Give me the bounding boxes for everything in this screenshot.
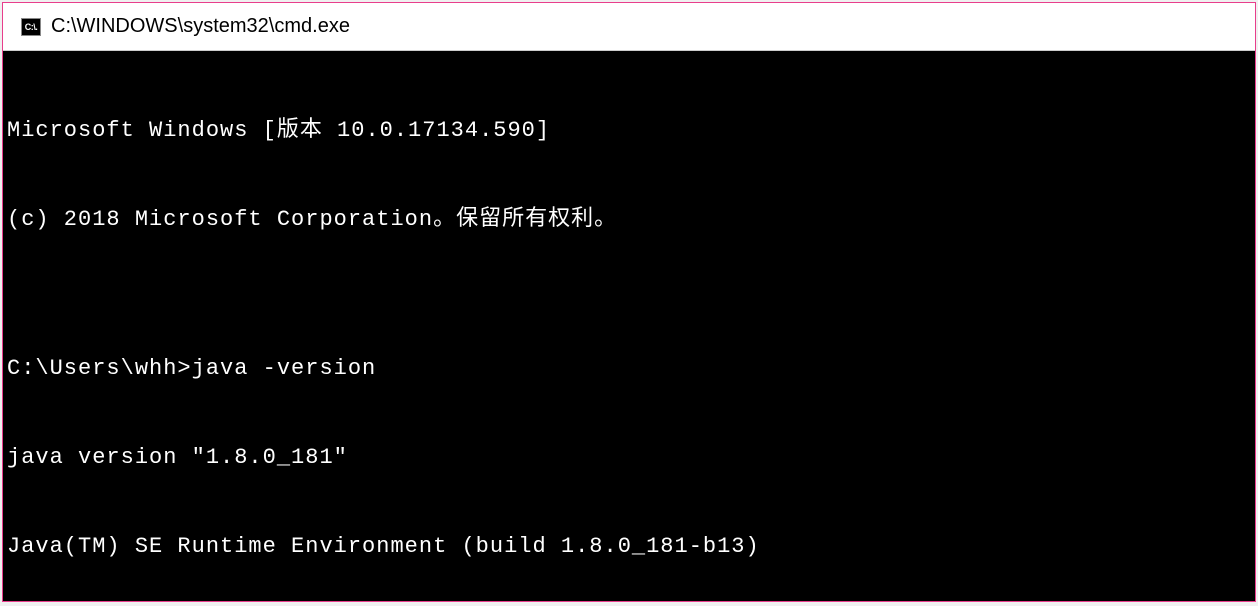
cmd-icon: C:\.	[21, 18, 41, 36]
terminal-output: java version "1.8.0_181"	[7, 443, 1255, 473]
terminal-banner-copyright: (c) 2018 Microsoft Corporation。保留所有权利。	[7, 205, 1255, 235]
terminal-banner-version: Microsoft Windows [版本 10.0.17134.590]	[7, 116, 1255, 146]
titlebar[interactable]: C:\. C:\WINDOWS\system32\cmd.exe	[3, 3, 1255, 51]
terminal-prompt-1: C:\Users\whh>java -version	[7, 354, 1255, 384]
cmd-window: C:\. C:\WINDOWS\system32\cmd.exe Microso…	[2, 2, 1256, 602]
terminal-output: Java(TM) SE Runtime Environment (build 1…	[7, 532, 1255, 562]
terminal-area[interactable]: Microsoft Windows [版本 10.0.17134.590] (c…	[3, 51, 1255, 601]
window-title: C:\WINDOWS\system32\cmd.exe	[51, 15, 350, 38]
